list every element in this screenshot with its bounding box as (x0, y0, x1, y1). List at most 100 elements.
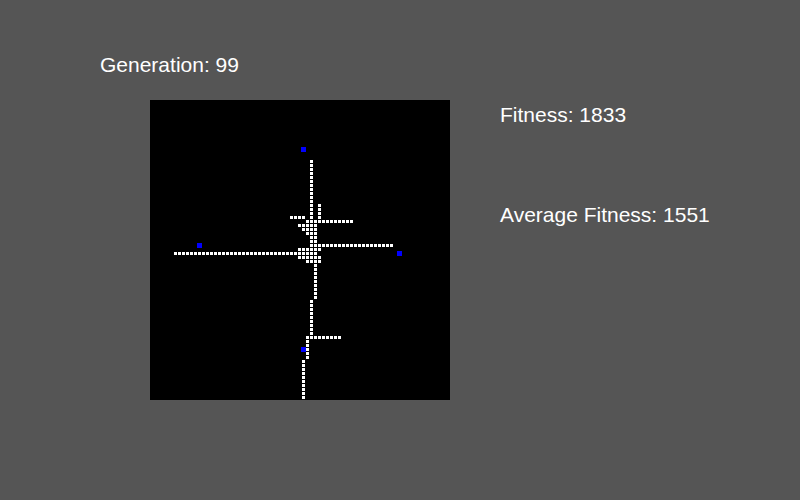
path-cell (302, 224, 305, 227)
path-cell (318, 216, 321, 219)
path-cell (334, 220, 337, 223)
path-cell (310, 260, 313, 263)
path-cell (222, 252, 225, 255)
path-cell (314, 336, 317, 339)
path-cell (342, 220, 345, 223)
path-cell (314, 244, 317, 247)
path-cell (342, 244, 345, 247)
path-cell (314, 232, 317, 235)
average-fitness-label: Average Fitness: 1551 (500, 202, 710, 228)
path-cell (306, 252, 309, 255)
path-cell (310, 240, 313, 243)
path-cell (322, 336, 325, 339)
path-cell (310, 228, 313, 231)
path-cell (302, 392, 305, 395)
path-cell (310, 332, 313, 335)
path-cell (310, 208, 313, 211)
generation-label: Generation: 99 (100, 52, 450, 78)
path-cell (310, 320, 313, 323)
path-cell (310, 180, 313, 183)
path-cell (310, 252, 313, 255)
path-cell (302, 380, 305, 383)
path-cell (306, 348, 309, 351)
path-cell (238, 252, 241, 255)
path-cell (314, 260, 317, 263)
path-cell (314, 276, 317, 279)
path-cell (346, 220, 349, 223)
path-cell (326, 336, 329, 339)
target-point (197, 243, 202, 248)
path-cell (386, 244, 389, 247)
path-cell (354, 244, 357, 247)
path-cell (330, 336, 333, 339)
path-cell (306, 248, 309, 251)
path-cell (306, 352, 309, 355)
path-cell (286, 252, 289, 255)
path-cell (214, 252, 217, 255)
path-cell (310, 216, 313, 219)
path-cell (318, 260, 321, 263)
path-cell (298, 224, 301, 227)
path-cell (314, 280, 317, 283)
path-cell (310, 188, 313, 191)
path-cell (370, 244, 373, 247)
path-cell (334, 336, 337, 339)
path-cell (298, 256, 301, 259)
target-point (397, 251, 402, 256)
path-cell (298, 252, 301, 255)
path-cell (310, 336, 313, 339)
path-cell (266, 252, 269, 255)
path-cell (198, 252, 201, 255)
path-cell (346, 244, 349, 247)
path-cell (178, 252, 181, 255)
path-cell (306, 260, 309, 263)
path-cell (326, 220, 329, 223)
path-cell (310, 200, 313, 203)
path-cell (310, 308, 313, 311)
path-cell (310, 220, 313, 223)
path-cell (306, 356, 309, 359)
path-cell (338, 220, 341, 223)
path-cell (314, 252, 317, 255)
path-cell (310, 324, 313, 327)
path-cell (262, 252, 265, 255)
path-cell (302, 388, 305, 391)
path-cell (302, 248, 305, 251)
path-cell (306, 228, 309, 231)
path-cell (186, 252, 189, 255)
path-cell (306, 256, 309, 259)
path-cell (314, 272, 317, 275)
path-cell (310, 168, 313, 171)
path-cell (362, 244, 365, 247)
path-cell (314, 296, 317, 299)
path-cell (330, 220, 333, 223)
path-cell (302, 252, 305, 255)
path-cell (294, 252, 297, 255)
path-cell (274, 252, 277, 255)
path-cell (302, 384, 305, 387)
path-cell (182, 252, 185, 255)
path-cell (378, 244, 381, 247)
path-cell (314, 284, 317, 287)
path-cell (310, 224, 313, 227)
path-cell (302, 368, 305, 371)
path-cell (246, 252, 249, 255)
path-cell (298, 248, 301, 251)
path-cell (278, 252, 281, 255)
path-cell (314, 288, 317, 291)
path-cell (334, 244, 337, 247)
path-cell (310, 204, 313, 207)
path-cell (314, 264, 317, 267)
path-cell (330, 244, 333, 247)
path-cell (306, 220, 309, 223)
path-cell (310, 176, 313, 179)
path-cell (314, 256, 317, 259)
path-cell (350, 220, 353, 223)
path-cell (310, 328, 313, 331)
path-cell (194, 252, 197, 255)
path-cell (310, 196, 313, 199)
path-cell (310, 248, 313, 251)
path-cell (306, 344, 309, 347)
path-cell (314, 248, 317, 251)
path-cell (314, 236, 317, 239)
